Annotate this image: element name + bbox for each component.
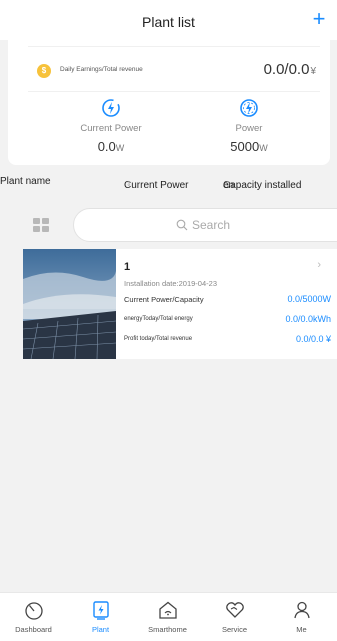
power-amount: 5000 [230,139,260,154]
plant-icon [92,601,109,620]
grid-view-icon[interactable] [33,218,49,232]
chevron-right-icon[interactable]: › [317,259,321,271]
tab-dashboard-label: Dashboard [15,625,52,634]
profit-label: Profit today/Total revenue [124,336,193,342]
profit-value: 0.0/0.0 ¥ [295,334,331,344]
service-icon [225,602,244,618]
power-capacity-label: Current Power/Capacity [124,295,204,304]
me-icon [293,601,310,619]
power-unit: W [259,143,268,153]
energy-label: energyToday/Total energy [124,316,193,322]
energy-value: 0.0/0.0kWh [285,314,331,324]
installation-date: Installation date:2019-04-23 [124,279,217,288]
lightning-icon [102,99,120,117]
current-power-amount: 0.0 [97,139,116,154]
earnings-amount: 0.0/0.0 [263,61,310,78]
tab-service-label: Service [221,625,247,634]
search-placeholder: Search [192,218,231,232]
coin-icon: $ [37,64,51,78]
column-capacity-label: Capacity installed [223,180,302,191]
power-label: Power [235,123,263,134]
tab-smarthome[interactable]: Smarthome [134,593,201,641]
column-plant-name[interactable]: Plant name [0,176,51,187]
plant-photo [23,249,116,359]
tab-dashboard[interactable]: Dashboard [0,593,67,641]
power-icon [240,99,258,117]
power-capacity-value: 0.0/5000W [287,294,331,304]
earnings-unit: ¥ [310,66,316,77]
dashboard-icon [24,602,43,620]
page-title: Plant list [142,14,195,30]
add-plant-button[interactable]: + [309,8,329,30]
earnings-label: Daily Earnings/Total revenue [60,66,143,73]
tab-plant[interactable]: Plant [67,593,134,641]
tab-plant-label: Plant [91,625,110,634]
current-power-value: 0.0W [56,139,166,154]
current-power-metric: Current Power 0.0W [56,98,166,154]
current-power-label: Current Power [80,123,142,134]
earnings-value: 0.0/0.0¥ [264,61,316,78]
current-power-unit: W [115,143,125,153]
column-overflow: en [223,180,235,191]
bottom-tab-bar: Dashboard Plant Smarthome Service Me [0,592,337,641]
smarthome-icon [158,601,177,619]
column-headers: Plant name Current Power ⇕ Capacity insta… [0,172,337,192]
column-current-power-label: Current Power [124,180,189,191]
earnings-row: $ Daily Earnings/Total revenue 0.0/0.0¥ [28,46,320,92]
tab-me[interactable]: Me [268,593,335,641]
search-icon [176,219,188,231]
tab-me-label: Me [296,625,307,634]
tab-smarthome-label: Smarthome [148,625,187,634]
app-header: Plant list + [0,0,337,40]
tab-service[interactable]: Service [201,593,268,641]
power-metric: Power 5000W [194,98,304,154]
power-value: 5000W [194,139,304,154]
sort-icon: ⇕ [126,181,132,188]
plant-name: 1 [124,261,131,273]
summary-card: $ Daily Earnings/Total revenue 0.0/0.0¥ … [8,40,330,165]
plant-card[interactable]: 1 › Installation date:2019-04-23 Current… [23,249,337,359]
